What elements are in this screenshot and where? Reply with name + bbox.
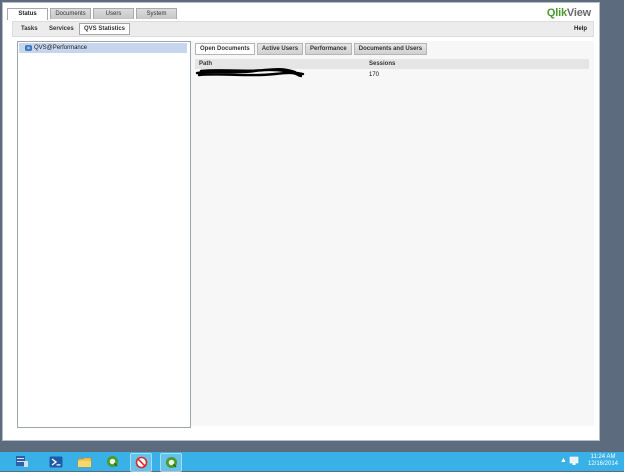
tab-active-users[interactable]: Active Users <box>256 43 304 55</box>
qmc-window: Status Documents Users System QlikView T… <box>2 2 600 441</box>
qlikview-icon[interactable] <box>102 453 122 470</box>
clock-date: 12/16/2014 <box>587 461 619 467</box>
clock-time: 11:24 AM <box>590 454 616 460</box>
open-documents-table: Path Sessions 170 <box>195 59 589 79</box>
tree-item-qvs-performance[interactable]: QVS@Performance <box>19 43 187 53</box>
tab-documents-and-users[interactable]: Documents and Users <box>353 43 428 55</box>
detail-tab-bar: Open Documents Active Users Performance … <box>195 43 428 55</box>
server-manager-icon[interactable] <box>12 453 32 470</box>
tab-system[interactable]: System <box>136 8 177 19</box>
table-row[interactable]: 170 <box>195 67 589 79</box>
logo-qlik: Qlik <box>546 7 567 19</box>
tab-users[interactable]: Users <box>93 8 134 19</box>
file-explorer-icon[interactable] <box>74 453 94 470</box>
system-clock[interactable]: 11:24 AM 12/16/2014 <box>584 454 622 468</box>
tree-item-label: QVS@Performance <box>34 45 88 51</box>
server-icon <box>25 45 32 51</box>
logo-view: View <box>566 7 591 19</box>
qlikview-icon[interactable] <box>160 453 182 472</box>
detail-panel: Open Documents Active Users Performance … <box>191 41 594 426</box>
top-tab-bar: Status Documents Users System <box>7 8 177 20</box>
tray-expand-icon[interactable]: ▲ <box>560 457 567 464</box>
powershell-icon[interactable] <box>46 453 66 470</box>
column-header-sessions[interactable]: Sessions <box>369 59 395 69</box>
server-tree: QVS@Performance <box>17 41 191 428</box>
help-link[interactable]: Help <box>574 24 587 34</box>
tab-performance[interactable]: Performance <box>305 43 352 55</box>
sessions-cell: 170 <box>369 72 380 78</box>
tab-documents[interactable]: Documents <box>50 8 91 19</box>
subtab-qvs-statistics[interactable]: QVS Statistics <box>79 23 131 35</box>
tab-status[interactable]: Status <box>7 8 48 20</box>
sub-tab-bar: Tasks Services QVS Statistics Help <box>12 21 594 37</box>
subtab-services[interactable]: Services <box>45 24 78 34</box>
tab-open-documents[interactable]: Open Documents <box>195 43 255 55</box>
redacted-path-scribble <box>195 67 305 78</box>
windows-taskbar: ▲ 11:24 AM 12/16/2014 <box>0 452 624 472</box>
network-tray-icon[interactable] <box>569 456 579 466</box>
subtab-tasks[interactable]: Tasks <box>17 24 42 34</box>
qlikview-logo: QlikView <box>547 7 591 19</box>
no-entry-icon[interactable] <box>130 453 152 472</box>
